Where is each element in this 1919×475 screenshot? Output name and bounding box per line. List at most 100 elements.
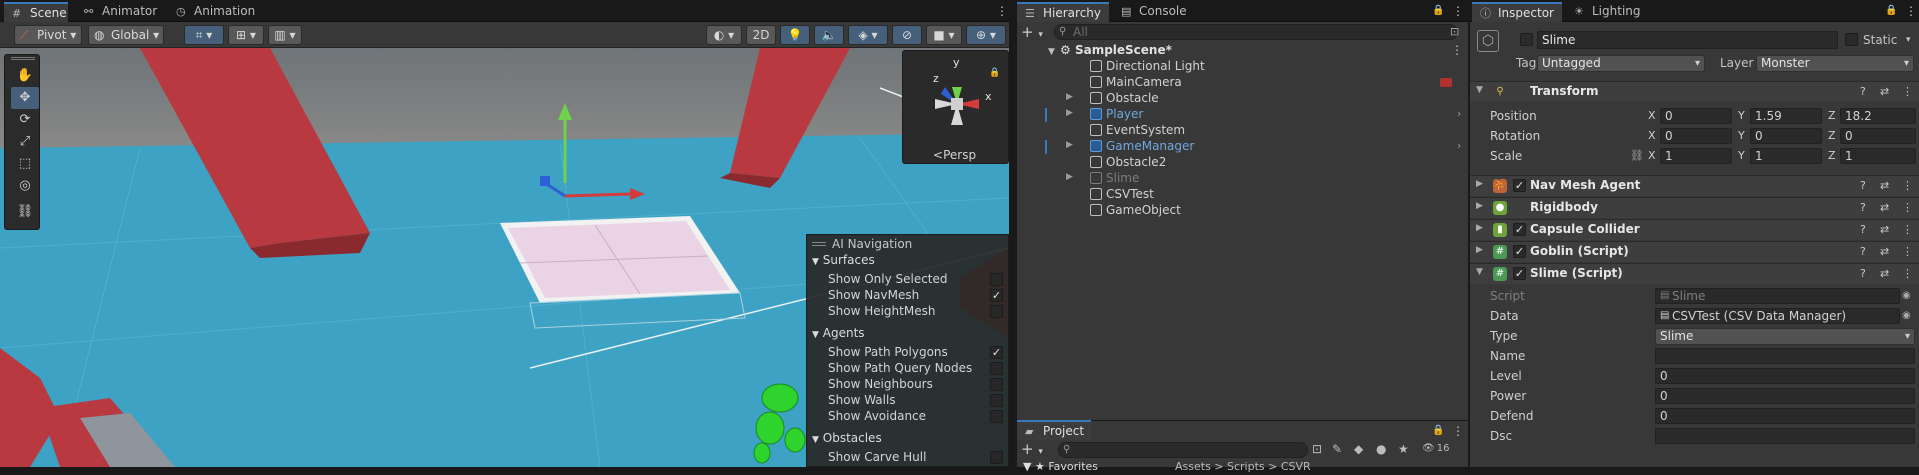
hierarchy-item[interactable]: CSVTest xyxy=(1090,186,1154,202)
agents-foldout[interactable]: ▼ Agents xyxy=(812,326,865,343)
component-header[interactable]: ▶ ⛹ ✓ Nav Mesh Agent? ⇄ ⋮ xyxy=(1470,175,1919,196)
camera-settings-icon[interactable]: ■ ▾ xyxy=(926,25,962,45)
rect-tool-icon[interactable]: ⬚ xyxy=(11,153,39,175)
tab-scene[interactable]: # Scene xyxy=(4,2,68,22)
x-axis-label[interactable]: X xyxy=(1648,128,1656,144)
static-checkbox[interactable] xyxy=(1845,33,1858,46)
component-header[interactable]: ▼ # ✓ Slime (Script)? ⇄ ⋮ xyxy=(1470,263,1919,284)
z-axis-label[interactable]: Z xyxy=(1828,108,1836,124)
hierarchy-item[interactable]: Obstacle xyxy=(1090,90,1159,106)
expand-arrow-icon[interactable]: ▶ xyxy=(1066,172,1073,182)
position-x-field[interactable]: 0 xyxy=(1660,108,1732,124)
x-axis-label[interactable]: X xyxy=(1648,148,1656,164)
search-options-icon[interactable]: ⊡ xyxy=(1450,24,1459,40)
2d-toggle[interactable]: 2D xyxy=(746,25,776,45)
power-field[interactable]: 0 xyxy=(1655,388,1915,404)
hierarchy-item[interactable]: Directional Light xyxy=(1090,58,1205,74)
active-checkbox[interactable] xyxy=(1520,33,1533,46)
presets-icon[interactable]: ⇄ xyxy=(1880,201,1889,214)
show-path-polygons-checkbox[interactable]: ✓ xyxy=(990,346,1003,359)
show-heightmesh-checkbox[interactable] xyxy=(990,305,1003,318)
hierarchy-item[interactable]: Slime xyxy=(1090,170,1139,186)
rotate-tool-icon[interactable]: ⟳ xyxy=(11,109,39,131)
panel-divider[interactable] xyxy=(1009,0,1017,467)
z-axis-label[interactable]: Z xyxy=(1828,128,1836,144)
hierarchy-item[interactable]: Obstacle2 xyxy=(1090,154,1166,170)
data-field[interactable]: ▤ CSVTest (CSV Data Manager) xyxy=(1655,308,1900,324)
help-icon[interactable]: ? xyxy=(1860,267,1866,280)
hierarchy-item[interactable]: EventSystem xyxy=(1090,122,1185,138)
transform-tool-icon[interactable]: ◎ xyxy=(11,175,39,197)
tab-console[interactable]: ▤ Console xyxy=(1113,2,1193,22)
global-dropdown[interactable]: ◍ Global ▾ xyxy=(88,25,164,45)
move-tool-icon[interactable]: ✥ xyxy=(11,87,39,109)
info-icon[interactable]: ● xyxy=(1376,441,1386,457)
lock-icon[interactable]: 🔒 xyxy=(1885,3,1897,19)
draw-mode-button[interactable]: ◐ ▾ xyxy=(706,25,742,45)
lock-icon[interactable]: 🔒 xyxy=(1432,423,1444,439)
custom-tool-icon[interactable]: ⛓ xyxy=(11,201,39,223)
component-header[interactable]: ▶ ▮ ✓ Capsule Collider? ⇄ ⋮ xyxy=(1470,219,1919,240)
chevron-right-icon[interactable]: › xyxy=(1457,138,1461,154)
component-header[interactable]: ▶ # ✓ Goblin (Script)? ⇄ ⋮ xyxy=(1470,241,1919,262)
eye-icon[interactable]: 👁 16 xyxy=(1422,441,1449,457)
project-breadcrumb[interactable]: Assets > Scripts > CSVR xyxy=(1175,459,1311,475)
palette-grip[interactable] xyxy=(11,57,35,60)
add-asset-button[interactable]: + ▾ xyxy=(1021,441,1043,460)
transform-header[interactable]: ▼ ⚲ Transform ? ⇄ ⋮ xyxy=(1470,81,1919,102)
tab-hierarchy[interactable]: ☰ Hierarchy xyxy=(1017,2,1109,22)
tab-project[interactable]: ▰ Project xyxy=(1017,420,1091,440)
show-navmesh-checkbox[interactable]: ✓ xyxy=(990,289,1003,302)
tag-icon[interactable]: ◆ xyxy=(1354,441,1363,457)
effects-toggle-icon[interactable]: ◈ ▾ xyxy=(848,25,888,45)
orientation-gizmo[interactable]: y z x 🔒 <Persp xyxy=(902,50,1009,164)
persp-label[interactable]: <Persp xyxy=(933,147,976,163)
gizmos-toggle-icon[interactable]: ⊕ ▾ xyxy=(966,25,1006,45)
component-enabled-checkbox[interactable]: ✓ xyxy=(1513,245,1526,258)
z-axis-label[interactable]: Z xyxy=(1828,148,1836,164)
ai-nav-grip[interactable] xyxy=(812,242,826,246)
position-y-field[interactable]: 1.59 xyxy=(1750,108,1822,124)
hierarchy-item[interactable]: MainCamera xyxy=(1090,74,1182,90)
show-walls-checkbox[interactable] xyxy=(990,394,1003,407)
show-avoidance-checkbox[interactable] xyxy=(990,410,1003,423)
rotation-z-field[interactable]: 0 xyxy=(1840,128,1916,144)
search-by-label-icon[interactable]: ✎ xyxy=(1332,441,1342,457)
scale-z-field[interactable]: 1 xyxy=(1840,148,1916,164)
hidden-objects-icon[interactable]: ⊘ xyxy=(892,25,922,45)
expand-arrow-icon[interactable]: ▶ xyxy=(1066,140,1073,150)
kebab-menu-icon[interactable]: ⋮ xyxy=(1902,85,1913,98)
obstacles-foldout[interactable]: ▼ Obstacles xyxy=(812,431,882,448)
tag-dropdown[interactable]: Untagged xyxy=(1537,55,1705,72)
tab-animator[interactable]: ⚯ Animator xyxy=(76,2,160,22)
presets-icon[interactable]: ⇄ xyxy=(1880,179,1889,192)
type-field[interactable]: Slime xyxy=(1655,328,1915,345)
help-icon[interactable]: ? xyxy=(1860,201,1866,214)
show-only-selected-checkbox[interactable] xyxy=(990,273,1003,286)
lock-icon[interactable]: 🔒 xyxy=(989,65,1000,81)
help-icon[interactable]: ? xyxy=(1860,245,1866,258)
snap-increment-button[interactable]: ⊞ ▾ xyxy=(228,25,264,45)
y-axis-label[interactable]: Y xyxy=(1738,148,1745,164)
help-icon[interactable]: ? xyxy=(1860,85,1866,98)
rotation-y-field[interactable]: 0 xyxy=(1750,128,1822,144)
scale-x-field[interactable]: 1 xyxy=(1660,148,1732,164)
lock-icon[interactable]: 🔒 xyxy=(1432,3,1444,19)
tab-animation[interactable]: ◷ Animation xyxy=(168,2,260,22)
presets-icon[interactable]: ⇄ xyxy=(1880,267,1889,280)
position-z-field[interactable]: 18.2 xyxy=(1840,108,1916,124)
rotation-x-field[interactable]: 0 xyxy=(1660,128,1732,144)
component-enabled-checkbox[interactable]: ✓ xyxy=(1513,179,1526,192)
dsc-field[interactable] xyxy=(1655,428,1915,444)
hierarchy-item[interactable]: Player xyxy=(1090,106,1143,122)
scale-y-field[interactable]: 1 xyxy=(1750,148,1822,164)
grid-snap-button[interactable]: ⌗ ▾ xyxy=(184,25,224,45)
kebab-menu-icon[interactable]: ⋮ xyxy=(1452,3,1464,19)
object-name-input[interactable]: Slime xyxy=(1537,31,1838,49)
expand-arrow-icon[interactable]: ▶ xyxy=(1066,92,1073,102)
star-icon[interactable]: ★ xyxy=(1398,441,1409,457)
show-carve-hull-checkbox[interactable] xyxy=(990,451,1003,464)
defend-field[interactable]: 0 xyxy=(1655,408,1915,424)
search-by-type-icon[interactable]: ⊡ xyxy=(1312,441,1322,457)
project-search-input[interactable]: ⚲ xyxy=(1058,442,1308,458)
